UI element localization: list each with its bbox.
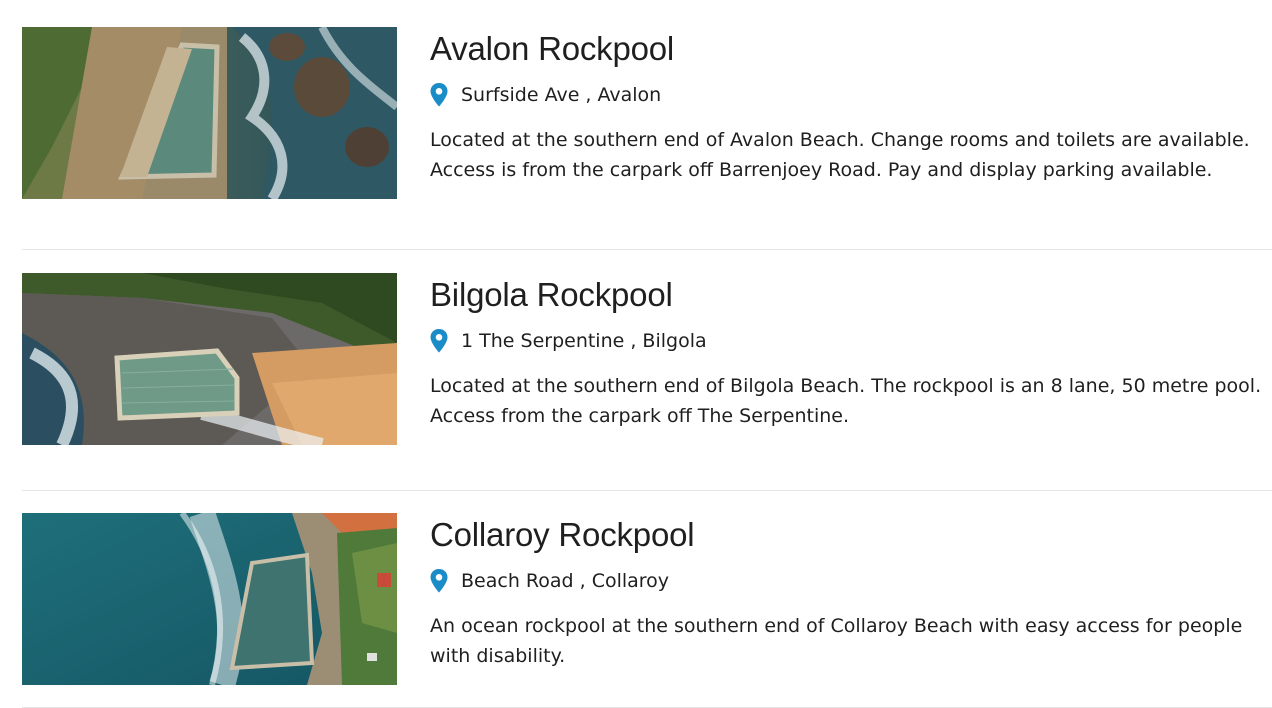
address-text: Beach Road , Collaroy [461,570,670,592]
rockpool-title[interactable]: Collaroy Rockpool [430,515,1272,555]
address-text: 1 The Serpentine , Bilgola [461,330,707,352]
rockpool-address: 1 The Serpentine , Bilgola [430,329,1272,353]
list-item: Bilgola Rockpool 1 The Serpentine , Bilg… [22,273,1272,491]
rockpool-title[interactable]: Avalon Rockpool [430,29,1272,69]
rockpool-list: Avalon Rockpool Surfside Ave , Avalon Lo… [22,27,1272,708]
address-text: Surfside Ave , Avalon [461,84,662,106]
rockpool-description: Located at the southern end of Avalon Be… [430,129,1250,181]
rockpool-thumbnail-avalon[interactable] [22,27,397,199]
rockpool-thumbnail-collaroy[interactable] [22,513,397,685]
list-item: Avalon Rockpool Surfside Ave , Avalon Lo… [22,27,1272,250]
rockpool-title[interactable]: Bilgola Rockpool [430,275,1272,315]
rockpool-details: Avalon Rockpool Surfside Ave , Avalon Lo… [430,27,1272,203]
list-item: Collaroy Rockpool Beach Road , Collaroy … [22,513,1272,708]
rockpool-thumbnail-bilgola[interactable] [22,273,397,445]
map-pin-icon [430,569,448,593]
rockpool-details: Bilgola Rockpool 1 The Serpentine , Bilg… [430,273,1272,449]
aerial-photo-icon [22,273,397,445]
rockpool-description: An ocean rockpool at the southern end of… [430,615,1243,667]
rockpool-details: Collaroy Rockpool Beach Road , Collaroy … [430,513,1272,689]
rockpool-description: Located at the southern end of Bilgola B… [430,375,1262,427]
map-pin-icon [430,329,448,353]
map-pin-icon [430,83,448,107]
rockpool-address: Surfside Ave , Avalon [430,83,1272,107]
rockpool-address: Beach Road , Collaroy [430,569,1272,593]
aerial-photo-icon [22,27,397,199]
aerial-photo-icon [22,513,397,685]
